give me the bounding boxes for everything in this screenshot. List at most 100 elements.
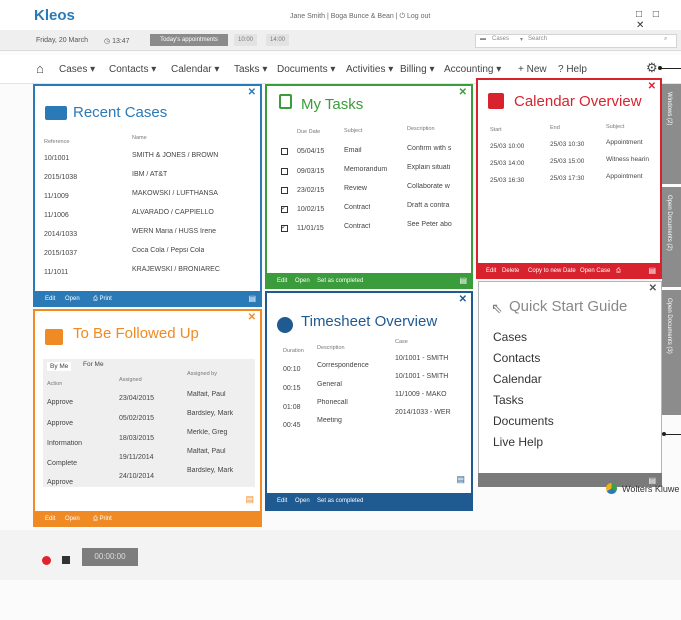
edit-button[interactable]: Edit — [45, 516, 55, 522]
task-checkbox-checked[interactable] — [281, 225, 288, 234]
todays-appointments-button[interactable]: Today's appointments — [150, 34, 228, 46]
case-name[interactable]: KRAJEWSKI / BRONIAREC — [132, 266, 220, 273]
time-case[interactable]: 10/1001 - SMITH — [395, 373, 465, 380]
quick-link-documents[interactable]: Documents — [493, 414, 554, 435]
tab-by-me[interactable]: By Me — [47, 362, 72, 371]
open-button[interactable]: Open — [65, 516, 80, 522]
open-case-button[interactable]: Open Case — [580, 268, 610, 274]
open-button[interactable]: Open — [295, 498, 310, 504]
case-reference[interactable]: 2015/1037 — [44, 250, 77, 257]
side-tab-open-documents[interactable]: Open Documents (2) — [662, 187, 681, 287]
task-subject[interactable]: Review — [344, 185, 367, 192]
edit-button[interactable]: Edit — [486, 268, 496, 274]
followup-date[interactable]: 23/04/2015 — [119, 395, 154, 402]
home-icon[interactable]: ⌂ — [36, 61, 44, 76]
case-name[interactable]: ALVARADO / CAPPIELLO — [132, 209, 214, 216]
followup-action[interactable]: Information — [47, 440, 82, 447]
followup-action[interactable]: Complete — [47, 460, 77, 467]
time-case[interactable]: 2014/1033 - WER — [395, 409, 465, 416]
time-description[interactable]: Phonecall — [317, 399, 348, 406]
user-info[interactable]: Jane Smith | Boga Bunce & Bean | ⏻ Log o… — [290, 13, 430, 21]
task-subject[interactable]: Email — [344, 147, 362, 154]
set-completed-button[interactable]: Set as completed — [317, 278, 363, 284]
open-button[interactable]: Open — [65, 296, 80, 302]
close-icon[interactable]: ✕ — [649, 283, 657, 294]
search-scope[interactable]: Cases — [492, 36, 509, 42]
followup-action[interactable]: Approve — [47, 479, 73, 486]
task-description[interactable]: See Peter abo — [407, 221, 465, 228]
followup-date[interactable]: 18/03/2015 — [119, 435, 154, 442]
print-button[interactable]: ⎙ Print — [93, 296, 112, 303]
open-button[interactable]: Open — [295, 278, 310, 284]
task-description[interactable]: Collaborate w — [407, 183, 465, 190]
task-checkbox[interactable] — [281, 168, 288, 177]
edit-button[interactable]: Edit — [277, 498, 287, 504]
task-due-date[interactable]: 23/02/15 — [297, 187, 324, 194]
task-subject[interactable]: Contract — [344, 204, 370, 211]
tab-for-me[interactable]: For Me — [83, 361, 104, 368]
case-reference[interactable]: 10/1001 — [44, 155, 69, 162]
followup-assigned-by[interactable]: Bardsley, Mark — [187, 410, 233, 417]
case-name[interactable]: MAKOWSKI / LUFTHANSA — [132, 190, 218, 197]
task-checkbox[interactable] — [281, 148, 288, 157]
window-controls[interactable]: □ □ ✕ — [636, 9, 681, 31]
time-description[interactable]: General — [317, 381, 342, 388]
quick-link-cases[interactable]: Cases — [493, 330, 554, 351]
event-start[interactable]: 25/03 16:30 — [490, 177, 524, 184]
case-name[interactable]: WERN Maria / HUSS Irene — [132, 228, 216, 235]
edit-button[interactable]: Edit — [45, 296, 55, 302]
quick-link-tasks[interactable]: Tasks — [493, 393, 554, 414]
delete-button[interactable]: Delete — [502, 268, 519, 274]
case-reference[interactable]: 11/1006 — [44, 212, 69, 219]
task-due-date[interactable]: 05/04/15 — [297, 148, 324, 155]
side-tab-open-documents[interactable]: Open Documents (3) — [662, 290, 681, 415]
appointment-slot[interactable]: 14:00 — [266, 34, 290, 46]
case-reference[interactable]: 11/1011 — [44, 269, 68, 276]
close-icon[interactable]: ✕ — [459, 294, 467, 305]
event-start[interactable]: 25/03 10:00 — [490, 143, 524, 150]
time-duration[interactable]: 00:15 — [283, 385, 301, 392]
nav-calendar[interactable]: Calendar ▾ — [171, 64, 219, 75]
print-button[interactable]: ⎙ Print — [93, 516, 112, 523]
task-checkbox-checked[interactable] — [281, 206, 288, 215]
time-case[interactable]: 10/1001 - SMITH — [395, 355, 465, 362]
copy-to-new-date-button[interactable]: Copy to new Date — [528, 268, 576, 274]
event-start[interactable]: 25/03 14:00 — [490, 160, 524, 167]
appointment-slot[interactable]: 10:00 — [234, 34, 258, 46]
gear-icon[interactable]: ⚙ — [646, 60, 658, 76]
help-button[interactable]: ? Help — [558, 64, 587, 75]
nav-accounting[interactable]: Accounting ▾ — [444, 64, 501, 75]
followup-assigned-by[interactable]: Bardsley, Mark — [187, 467, 233, 474]
close-icon[interactable]: ✕ — [248, 87, 256, 98]
expand-icon[interactable]: ▤ — [245, 494, 254, 505]
event-subject[interactable]: Witness hearin — [606, 156, 658, 163]
case-name[interactable]: Coca Cola / Pepsi Cola — [132, 247, 204, 254]
case-reference[interactable]: 11/1009 — [44, 193, 69, 200]
nav-contacts[interactable]: Contacts ▾ — [109, 64, 156, 75]
stop-icon[interactable] — [62, 556, 70, 564]
quick-link-contacts[interactable]: Contacts — [493, 351, 554, 372]
edit-button[interactable]: Edit — [277, 278, 287, 284]
event-subject[interactable]: Appointment — [606, 173, 658, 180]
case-reference[interactable]: 2014/1033 — [44, 231, 77, 238]
close-icon[interactable]: ✕ — [459, 87, 467, 98]
close-icon[interactable]: ✕ — [248, 312, 256, 323]
print-icon[interactable]: ⎙ — [616, 268, 621, 275]
followup-assigned-by[interactable]: Malfait, Paul — [187, 448, 226, 455]
followup-date[interactable]: 19/11/2014 — [119, 454, 154, 461]
event-end[interactable]: 25/03 17:30 — [550, 175, 584, 182]
event-end[interactable]: 25/03 15:00 — [550, 158, 584, 165]
nav-activities[interactable]: Activities ▾ — [346, 64, 393, 75]
task-subject[interactable]: Memorandum — [344, 166, 387, 173]
expand-icon[interactable]: ▤ — [648, 266, 656, 275]
task-description[interactable]: Draft a contra — [407, 202, 465, 209]
time-duration[interactable]: 00:45 — [283, 422, 301, 429]
time-duration[interactable]: 00:10 — [283, 366, 301, 373]
search-bar[interactable]: ▬ Cases ▾ Search ⌕ — [475, 34, 677, 48]
search-icon[interactable]: ⌕ — [664, 36, 667, 43]
followup-date[interactable]: 05/02/2015 — [119, 415, 154, 422]
time-description[interactable]: Meeting — [317, 417, 342, 424]
expand-icon[interactable]: ▤ — [456, 474, 465, 485]
side-tab-windows[interactable]: Windows (2) — [662, 84, 681, 184]
quick-link-live-help[interactable]: Live Help — [493, 435, 554, 456]
